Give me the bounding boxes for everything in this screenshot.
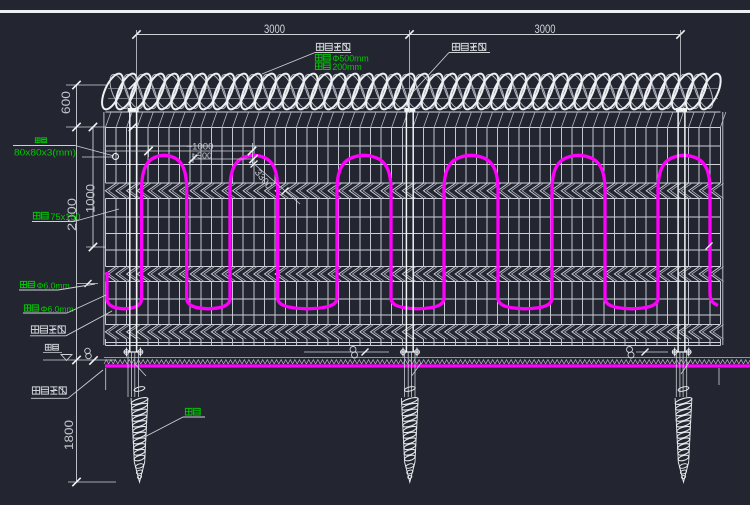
svg-text:200mm: 200mm: [332, 62, 361, 72]
svg-text:75x150: 75x150: [50, 212, 80, 222]
svg-text:1000: 1000: [86, 184, 98, 213]
svg-text:600: 600: [61, 91, 73, 114]
svg-text:80x80x3(mm): 80x80x3(mm): [14, 147, 76, 158]
svg-text:3000: 3000: [535, 22, 556, 36]
svg-text:≈500: ≈500: [192, 151, 212, 161]
svg-text:1800: 1800: [64, 420, 76, 450]
svg-text:3000: 3000: [264, 22, 285, 36]
